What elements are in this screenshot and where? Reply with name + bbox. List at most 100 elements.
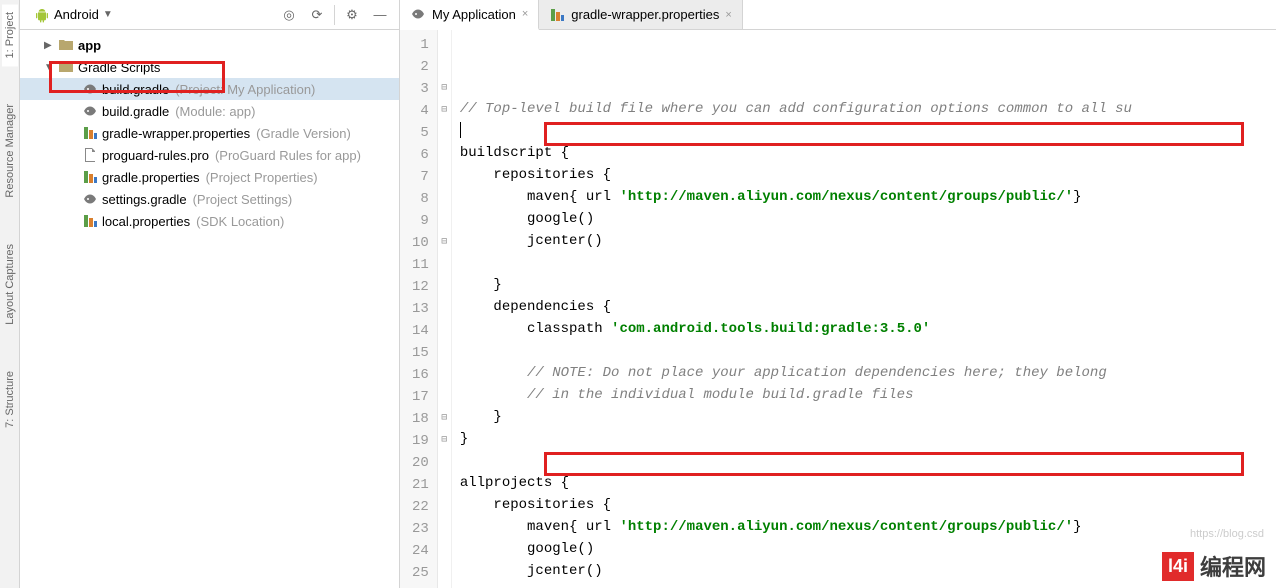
folder-icon: [58, 59, 74, 75]
code-line[interactable]: repositories {: [460, 164, 1276, 186]
code-line[interactable]: maven{ url 'http://maven.aliyun.com/nexu…: [460, 186, 1276, 208]
project-toolbar: Android ▼ ◎ ⟳ ⚙ —: [20, 0, 399, 30]
code-line[interactable]: [460, 120, 1276, 142]
props-icon: [82, 125, 98, 141]
tree-arrow-icon[interactable]: ▼: [44, 62, 54, 73]
close-icon[interactable]: ×: [725, 9, 731, 21]
target-icon[interactable]: ◎: [278, 4, 300, 26]
tree-label: build.gradle: [102, 82, 169, 97]
sync-icon[interactable]: ⟳: [306, 4, 328, 26]
tree-suffix: (ProGuard Rules for app): [215, 148, 361, 163]
fold-toggle[interactable]: ⊟: [438, 100, 451, 122]
watermark-url: https://blog.csd: [1190, 528, 1264, 540]
code-line[interactable]: [460, 582, 1276, 588]
fold-toggle: [438, 496, 451, 518]
code-line[interactable]: [460, 252, 1276, 274]
gradle-icon: [82, 103, 98, 119]
code-line[interactable]: maven{ url 'http://maven.aliyun.com/nexu…: [460, 516, 1276, 538]
tree-item[interactable]: gradle.properties (Project Properties): [20, 166, 399, 188]
code-line[interactable]: }: [460, 406, 1276, 428]
fold-toggle: [438, 386, 451, 408]
tree-arrow-icon[interactable]: ▶: [44, 40, 54, 51]
fold-toggle: [438, 34, 451, 56]
tree-suffix: (Project Properties): [206, 170, 318, 185]
fold-toggle[interactable]: ⊟: [438, 408, 451, 430]
watermark: l4i 编程网: [1162, 550, 1266, 582]
folder-icon: [58, 37, 74, 53]
code-line[interactable]: classpath 'com.android.tools.build:gradl…: [460, 318, 1276, 340]
code-line[interactable]: google(): [460, 208, 1276, 230]
tree-suffix: (SDK Location): [196, 214, 284, 229]
dropdown-label: Android: [54, 7, 99, 22]
fold-toggle[interactable]: ⊟: [438, 430, 451, 452]
tree-label: gradle.properties: [102, 170, 200, 185]
code-line[interactable]: // in the individual module build.gradle…: [460, 384, 1276, 406]
tree-label: local.properties: [102, 214, 190, 229]
project-tree[interactable]: ▶ app ▼ Gradle Scripts build.gradle (Project…: [20, 30, 399, 588]
code-area[interactable]: // Top-level build file where you can ad…: [452, 30, 1276, 588]
code-line[interactable]: [460, 450, 1276, 472]
chevron-down-icon: ▼: [103, 9, 113, 20]
tree-label: gradle-wrapper.properties: [102, 126, 250, 141]
editor-tab[interactable]: gradle-wrapper.properties ×: [539, 0, 743, 29]
fold-toggle: [438, 210, 451, 232]
code-line[interactable]: // Top-level build file where you can ad…: [460, 98, 1276, 120]
tree-item[interactable]: settings.gradle (Project Settings): [20, 188, 399, 210]
close-icon[interactable]: ×: [522, 8, 528, 20]
side-tab[interactable]: 1: Project: [2, 4, 18, 66]
fold-toggle: [438, 188, 451, 210]
fold-column[interactable]: ⊟⊟⊟⊟⊟: [438, 30, 452, 588]
fold-toggle: [438, 364, 451, 386]
props-icon: [549, 7, 565, 23]
editor-tab[interactable]: My Application ×: [400, 0, 539, 30]
fold-toggle[interactable]: ⊟: [438, 78, 451, 100]
code-line[interactable]: allprojects {: [460, 472, 1276, 494]
tree-item[interactable]: ▼ Gradle Scripts: [20, 56, 399, 78]
tree-suffix: (Project Settings): [193, 192, 293, 207]
fold-toggle: [438, 474, 451, 496]
fold-toggle: [438, 298, 451, 320]
fold-toggle: [438, 452, 451, 474]
watermark-text: 编程网: [1200, 550, 1266, 582]
tree-item[interactable]: build.gradle (Project: My Application): [20, 78, 399, 100]
code-line[interactable]: }: [460, 274, 1276, 296]
view-mode-dropdown[interactable]: Android ▼: [28, 5, 119, 25]
tree-label: Gradle Scripts: [78, 60, 160, 75]
tab-label: My Application: [432, 7, 516, 22]
code-line[interactable]: // NOTE: Do not place your application d…: [460, 362, 1276, 384]
gradle-icon: [82, 81, 98, 97]
code-line[interactable]: repositories {: [460, 494, 1276, 516]
tree-label: build.gradle: [102, 104, 169, 119]
fold-toggle[interactable]: ⊟: [438, 232, 451, 254]
code-line[interactable]: jcenter(): [460, 230, 1276, 252]
collapse-icon[interactable]: —: [369, 4, 391, 26]
fold-toggle: [438, 342, 451, 364]
tree-item[interactable]: local.properties (SDK Location): [20, 210, 399, 232]
gradle-icon: [82, 191, 98, 207]
code-line[interactable]: buildscript {: [460, 142, 1276, 164]
tree-item[interactable]: proguard-rules.pro (ProGuard Rules for a…: [20, 144, 399, 166]
editor-panel: My Application×gradle-wrapper.properties…: [400, 0, 1276, 588]
fold-toggle: [438, 144, 451, 166]
tab-label: gradle-wrapper.properties: [571, 7, 719, 22]
fold-toggle: [438, 166, 451, 188]
code-line[interactable]: dependencies {: [460, 296, 1276, 318]
code-line[interactable]: google(): [460, 538, 1276, 560]
side-tab[interactable]: Resource Manager: [2, 96, 18, 206]
side-tab[interactable]: 7: Structure: [2, 363, 18, 436]
props-icon: [82, 213, 98, 229]
tree-item[interactable]: build.gradle (Module: app): [20, 100, 399, 122]
code-line[interactable]: }: [460, 428, 1276, 450]
tree-item[interactable]: ▶ app: [20, 34, 399, 56]
fold-toggle: [438, 562, 451, 584]
code-line[interactable]: jcenter(): [460, 560, 1276, 582]
side-tab[interactable]: Layout Captures: [2, 236, 18, 333]
code-editor[interactable]: 1234567891011121314151617181920212223242…: [400, 30, 1276, 588]
tree-suffix: (Gradle Version): [256, 126, 351, 141]
android-icon: [34, 7, 50, 23]
tree-item[interactable]: gradle-wrapper.properties (Gradle Versio…: [20, 122, 399, 144]
tree-label: app: [78, 38, 101, 53]
fold-toggle: [438, 122, 451, 144]
gear-icon[interactable]: ⚙: [341, 4, 363, 26]
code-line[interactable]: [460, 340, 1276, 362]
